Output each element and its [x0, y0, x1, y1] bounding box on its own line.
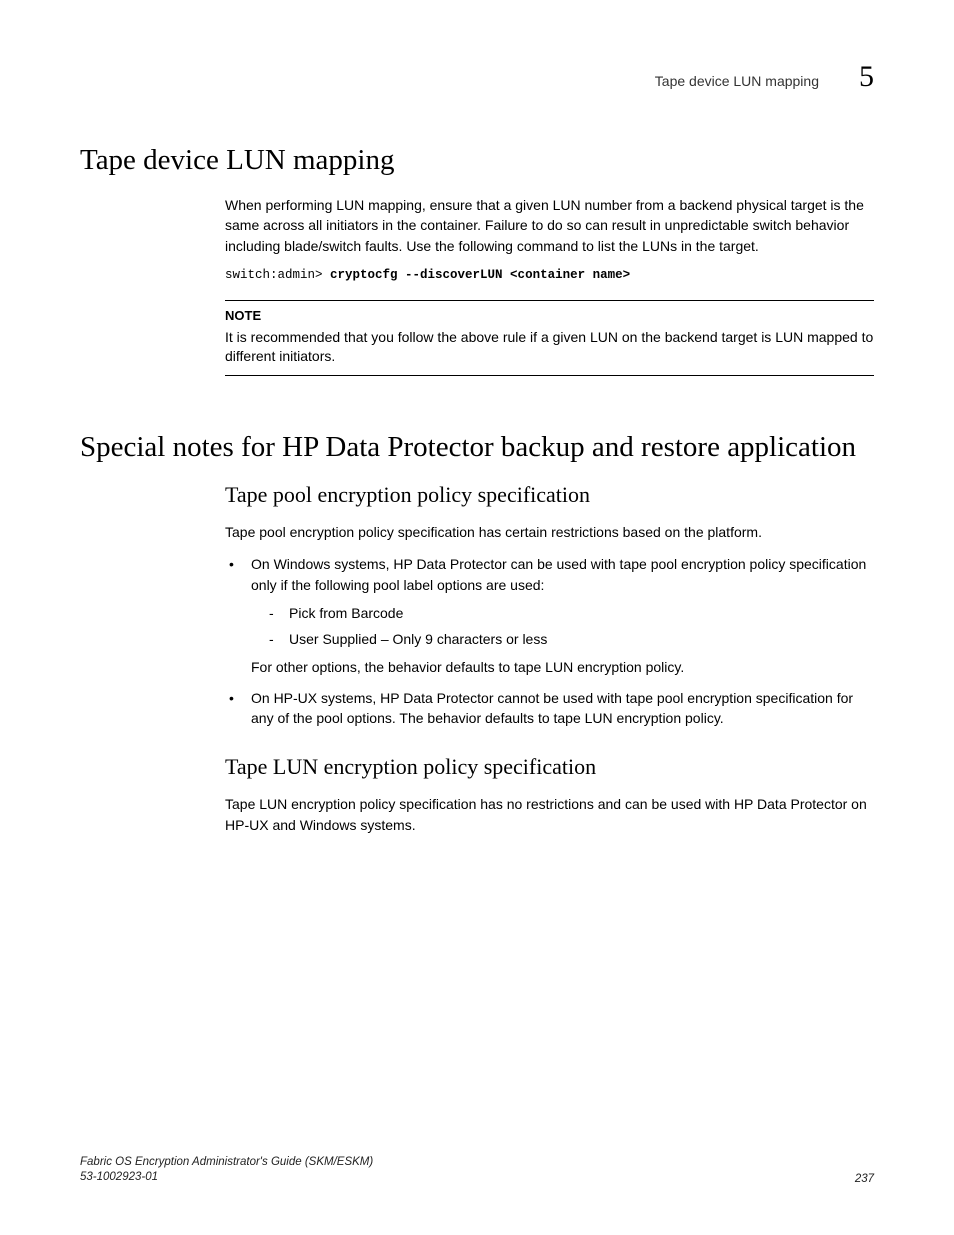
note-block: NOTE It is recommended that you follow t… [225, 300, 874, 376]
sub2-para: Tape LUN encryption policy specification… [225, 794, 874, 835]
list-item: Pick from Barcode [269, 603, 874, 623]
code-prompt: switch:admin> [225, 268, 330, 282]
note-text: It is recommended that you follow the ab… [225, 328, 874, 367]
footer-guide: Fabric OS Encryption Administrator's Gui… [80, 1155, 373, 1170]
section-title-hp-data-protector: Special notes for HP Data Protector back… [80, 431, 874, 464]
subsection-title-tape-pool: Tape pool encryption policy specificatio… [225, 482, 874, 508]
section1-para1: When performing LUN mapping, ensure that… [225, 195, 874, 256]
bullet-text: On HP-UX systems, HP Data Protector cann… [251, 690, 853, 726]
section2-body: Tape pool encryption policy specificatio… [225, 482, 874, 835]
footer-left: Fabric OS Encryption Administrator's Gui… [80, 1155, 373, 1185]
dash-list: Pick from Barcode User Supplied – Only 9… [269, 603, 874, 650]
running-header: Tape device LUN mapping 5 [80, 60, 874, 94]
code-example: switch:admin> cryptocfg --discoverLUN <c… [225, 268, 874, 282]
footer-docnum: 53-1002923-01 [80, 1170, 373, 1185]
list-item: On Windows systems, HP Data Protector ca… [225, 554, 874, 677]
note-label: NOTE [225, 307, 874, 326]
page: Tape device LUN mapping 5 Tape device LU… [0, 0, 954, 1235]
footer-page-number: 237 [855, 1173, 874, 1185]
code-command: cryptocfg --discoverLUN <container name> [330, 268, 630, 282]
bullet-text: On Windows systems, HP Data Protector ca… [251, 556, 866, 592]
bullet-trailing: For other options, the behavior defaults… [251, 657, 874, 677]
subsection-title-tape-lun: Tape LUN encryption policy specification [225, 754, 874, 780]
sub1-intro: Tape pool encryption policy specificatio… [225, 522, 874, 542]
page-footer: Fabric OS Encryption Administrator's Gui… [80, 1155, 874, 1185]
section-title-lun-mapping: Tape device LUN mapping [80, 144, 874, 177]
chapter-number: 5 [859, 60, 874, 94]
bullet-list: On Windows systems, HP Data Protector ca… [225, 554, 874, 728]
list-item: On HP-UX systems, HP Data Protector cann… [225, 688, 874, 729]
running-header-text: Tape device LUN mapping [655, 73, 819, 89]
section1-body: When performing LUN mapping, ensure that… [225, 195, 874, 376]
list-item: User Supplied – Only 9 characters or les… [269, 629, 874, 649]
